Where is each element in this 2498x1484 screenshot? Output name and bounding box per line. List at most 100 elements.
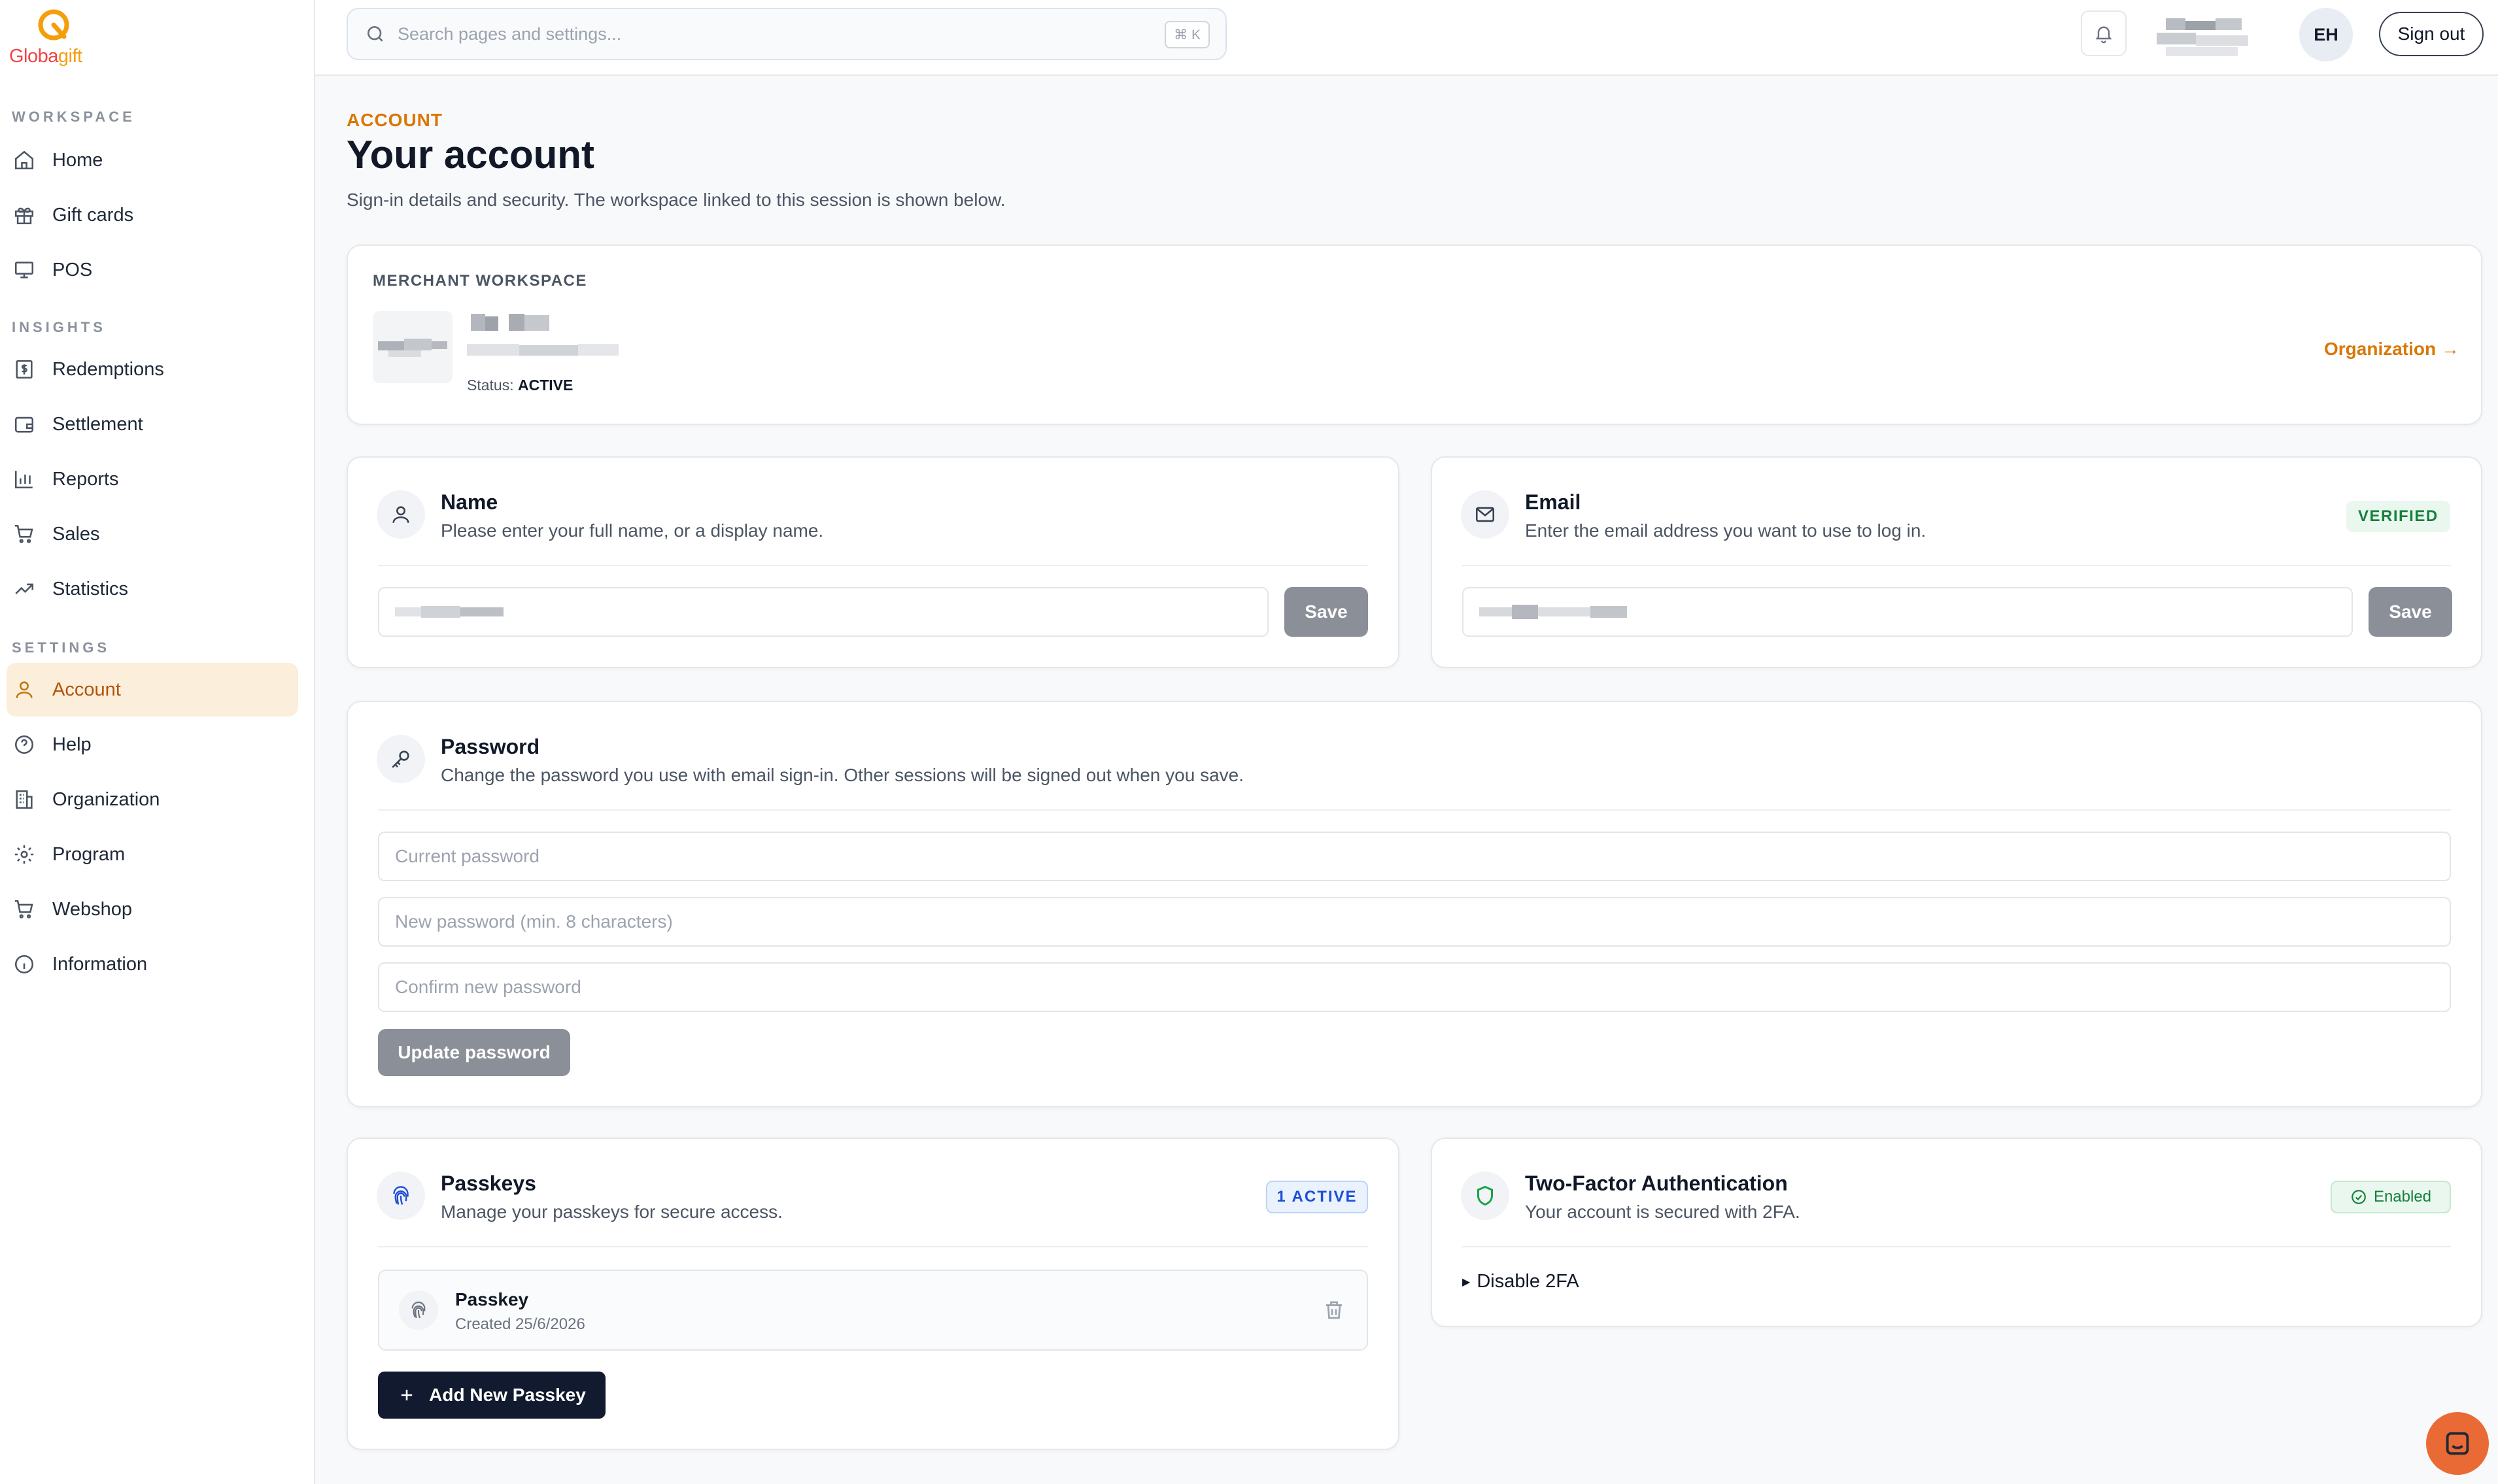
sidebar-item-label: Program [52, 843, 126, 865]
sidebar-item-label: Settlement [52, 413, 143, 435]
user-icon [392, 506, 409, 523]
merchant-workspace-label: MERCHANT WORKSPACE [373, 272, 587, 290]
sidebar-item-account[interactable]: Account [7, 663, 298, 717]
name-value-redacted [395, 606, 504, 618]
avatar[interactable]: EH [2299, 8, 2353, 61]
nav-section-insights: INSIGHTS [12, 319, 106, 335]
sidebar-item-information[interactable]: Information [0, 937, 298, 991]
sign-out-button[interactable]: Sign out [2379, 12, 2484, 56]
save-email-button[interactable]: Save [2369, 587, 2452, 637]
password-card-description: Change the password you use with email s… [441, 765, 1244, 785]
sidebar-item-label: POS [52, 259, 93, 280]
sidebar-item-webshop[interactable]: Webshop [0, 883, 298, 936]
name-field[interactable] [378, 587, 1269, 637]
email-value-redacted [1479, 605, 1627, 619]
merchant-workspace-card [347, 245, 2482, 425]
sidebar-item-settlement[interactable]: Settlement [0, 397, 298, 451]
bar-chart-icon [14, 471, 33, 489]
sidebar: Globagift WORKSPACE Home Gift cards POS … [0, 0, 315, 1484]
page-title: Your account [347, 133, 594, 177]
notifications-button[interactable] [2081, 10, 2127, 56]
passkey-created-date: Created 25/6/2026 [455, 1315, 585, 1333]
sidebar-item-label: Information [52, 953, 148, 975]
merchant-status: Status: ACTIVE [467, 377, 573, 394]
sidebar-item-pos[interactable]: POS [0, 243, 298, 297]
fingerprint-icon [411, 1301, 426, 1319]
new-password-placeholder: New password (min. 8 characters) [395, 911, 673, 932]
bell-icon [2095, 26, 2112, 44]
sidebar-item-gift-cards[interactable]: Gift cards [0, 188, 298, 242]
passkey-list-item: Passkey Created 25/6/2026 [378, 1270, 1368, 1351]
disable-2fa-label: Disable 2FA [1477, 1271, 1579, 1292]
logo-mark-icon [38, 9, 69, 41]
home-icon [14, 150, 34, 170]
new-password-field[interactable]: New password (min. 8 characters) [378, 897, 2451, 947]
current-password-field[interactable]: Current password [378, 832, 2451, 881]
trash-icon[interactable] [1322, 1298, 1346, 1322]
sidebar-item-label: Help [52, 734, 92, 755]
divider [378, 565, 1368, 566]
current-password-placeholder: Current password [395, 846, 539, 866]
nav-section-settings: SETTINGS [12, 639, 111, 656]
email-card-description: Enter the email address you want to use … [1525, 520, 1926, 541]
cart-icon [14, 524, 33, 543]
confirm-password-field[interactable]: Confirm new password [378, 962, 2451, 1012]
sidebar-item-label: Home [52, 149, 103, 171]
two-factor-card [1431, 1138, 2482, 1327]
sidebar-item-help[interactable]: Help [0, 718, 298, 771]
wallet-icon [14, 416, 34, 433]
key-icon [392, 750, 409, 768]
nav-section-workspace: WORKSPACE [12, 109, 135, 125]
two-factor-card-description: Your account is secured with 2FA. [1525, 1202, 1800, 1222]
app-logo[interactable]: Globagift [9, 5, 101, 71]
divider [378, 1246, 1368, 1247]
user-name-redacted [2157, 18, 2248, 56]
passkeys-card-title: Passkeys [441, 1172, 536, 1195]
passkeys-card-description: Manage your passkeys for secure access. [441, 1202, 783, 1222]
merchant-name-redacted [467, 314, 619, 356]
sidebar-item-statistics[interactable]: Statistics [0, 562, 298, 616]
sidebar-item-label: Organization [52, 788, 160, 810]
update-password-button[interactable]: Update password [378, 1029, 570, 1076]
chat-icon [2446, 1432, 2469, 1455]
sidebar-item-sales[interactable]: Sales [0, 507, 298, 561]
building-icon [16, 790, 33, 809]
email-field[interactable] [1462, 587, 2353, 637]
add-passkey-label: Add New Passkey [429, 1385, 586, 1405]
save-name-button[interactable]: Save [1284, 587, 1368, 637]
confirm-password-placeholder: Confirm new password [395, 977, 581, 997]
fingerprint-icon [393, 1186, 409, 1205]
passkeys-card-icon-wrap [377, 1172, 425, 1220]
organization-link[interactable]: Organization → [2324, 339, 2459, 360]
chat-launcher-button[interactable] [2426, 1412, 2489, 1475]
disable-2fa-toggle[interactable]: ▶ Disable 2FA [1462, 1271, 1579, 1292]
status-value: ACTIVE [518, 377, 573, 394]
sidebar-item-home[interactable]: Home [0, 133, 298, 187]
caret-right-icon: ▶ [1462, 1276, 1471, 1288]
enabled-label: Enabled [2373, 1188, 2432, 1206]
status-label: Status: [467, 377, 514, 394]
info-icon [14, 954, 34, 974]
divider [1462, 1246, 2451, 1247]
plus-icon [401, 1389, 413, 1401]
sidebar-item-label: Reports [52, 468, 119, 490]
monitor-icon [14, 261, 34, 278]
two-factor-card-title: Two-Factor Authentication [1525, 1172, 1788, 1195]
search-input[interactable]: Search pages and settings... ⌘ K [347, 8, 1227, 60]
page-eyebrow: ACCOUNT [347, 110, 443, 130]
sidebar-item-organization[interactable]: Organization [0, 773, 298, 826]
sidebar-item-label: Redemptions [52, 358, 164, 380]
app-name: Globagift [9, 46, 82, 67]
active-passkeys-badge: 1 ACTIVE [1266, 1181, 1368, 1213]
sidebar-item-reports[interactable]: Reports [0, 452, 298, 506]
sidebar-item-redemptions[interactable]: Redemptions [0, 343, 298, 396]
cart-icon [14, 900, 33, 919]
sidebar-item-label: Sales [52, 523, 100, 545]
verified-badge: VERIFIED [2346, 501, 2450, 532]
shortcut-hint: ⌘ K [1165, 21, 1210, 48]
sidebar-item-label: Webshop [52, 898, 132, 920]
help-icon [14, 735, 34, 754]
sidebar-item-program[interactable]: Program [0, 828, 298, 881]
add-passkey-button[interactable]: Add New Passkey [378, 1372, 606, 1419]
check-circle-icon [2352, 1190, 2366, 1204]
